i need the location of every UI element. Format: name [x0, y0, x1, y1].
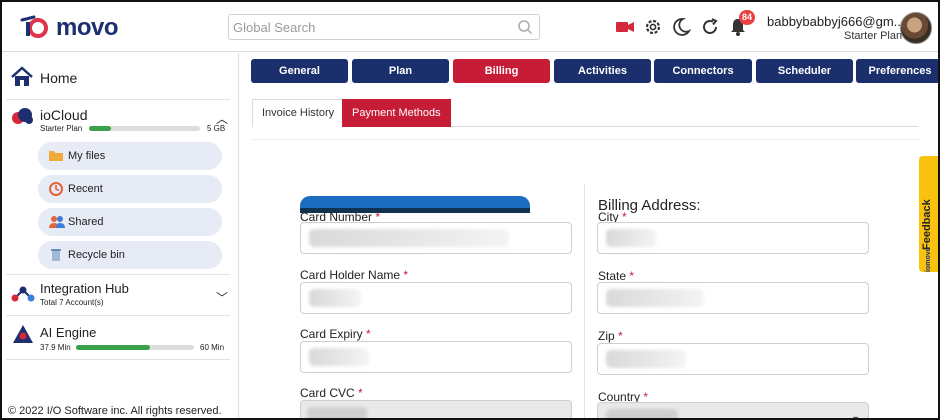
iocloud-icon	[12, 108, 33, 124]
sidebar-item-label: Recent	[68, 183, 103, 195]
card-number-field[interactable]	[300, 222, 572, 254]
card-holder-field[interactable]	[300, 282, 572, 314]
ai-engine-title[interactable]: AI Engine	[40, 325, 96, 340]
search-icon[interactable]	[517, 19, 533, 35]
avatar[interactable]	[900, 12, 932, 44]
feedback-button[interactable]: Feedback iomovo	[919, 156, 938, 272]
sidebar-item-shared[interactable]: Shared	[38, 208, 222, 236]
refresh-icon[interactable]	[699, 16, 721, 38]
settings-tabs: General Plan Billing Activities Connecto…	[251, 59, 938, 83]
country-select[interactable]: ▼	[597, 402, 869, 418]
city-field[interactable]	[597, 222, 869, 254]
storage-size: 5 GB	[207, 124, 226, 133]
recent-icon	[49, 182, 63, 196]
chevron-down-icon[interactable]: ﹀	[216, 289, 228, 306]
card-expiry-field[interactable]	[300, 341, 572, 373]
subtab-invoice-history[interactable]: Invoice History	[252, 99, 345, 127]
theme-toggle-icon[interactable]	[670, 16, 692, 38]
main-content: General Plan Billing Activities Connecto…	[240, 53, 938, 418]
ai-usage-progress-bar	[76, 345, 194, 350]
shared-icon	[49, 216, 65, 228]
dropdown-arrow-icon[interactable]: ▼	[851, 414, 860, 418]
sidebar-item-recent[interactable]: Recent	[38, 175, 222, 203]
feedback-label: Feedback	[921, 199, 933, 250]
sidebar-item-label: Shared	[68, 216, 104, 228]
video-camera-icon[interactable]	[614, 16, 636, 38]
sidebar-item-label: Home	[40, 70, 78, 86]
payment-methods-panel: Card Number * Card Holder Name * Card Ex…	[252, 139, 920, 418]
global-search-input[interactable]	[229, 15, 509, 39]
card-holder-label: Card Holder Name *	[300, 268, 409, 282]
top-header: movo 84 babbybabbyj666	[2, 2, 938, 52]
sidebar-item-label: My files	[68, 150, 106, 162]
tab-activities[interactable]: Activities	[554, 59, 651, 83]
tab-plan[interactable]: Plan	[352, 59, 449, 83]
integration-hub-title[interactable]: Integration Hub	[40, 281, 129, 296]
sidebar-item-recycle-bin[interactable]: Recycle bin	[38, 241, 222, 269]
iocloud-title: ioCloud	[40, 107, 88, 123]
storage-progress-bar	[89, 126, 200, 131]
tab-scheduler[interactable]: Scheduler	[756, 59, 853, 83]
app-frame: movo 84 babbybabbyj666	[0, 0, 940, 420]
tab-general[interactable]: General	[251, 59, 348, 83]
tab-preferences[interactable]: Preferences	[856, 59, 938, 83]
column-divider	[584, 184, 585, 418]
io-logo-icon	[20, 15, 48, 38]
billing-subtabs: Invoice History Payment Methods	[252, 99, 918, 127]
ai-engine-total: 60 Min	[200, 343, 225, 352]
divider	[6, 315, 230, 316]
tab-billing[interactable]: Billing	[453, 59, 550, 83]
user-plan: Starter Plan	[844, 30, 903, 42]
sidebar: Home ioCloud ︿ Starter Plan 5 GB My file…	[2, 53, 239, 418]
state-field[interactable]	[597, 282, 869, 314]
card-cvc-label: Card CVC *	[300, 386, 363, 400]
zip-label: Zip *	[598, 329, 623, 343]
integration-hub-subtitle: Total 7 Account(s)	[40, 298, 104, 307]
subtab-payment-methods[interactable]: Payment Methods	[342, 99, 451, 127]
app-logo[interactable]: movo	[18, 12, 119, 42]
notification-badge: 84	[739, 10, 755, 25]
feedback-logo: iomovo	[925, 247, 932, 272]
storage-progress-fill	[89, 126, 112, 131]
divider	[6, 359, 230, 360]
logo-text: movo	[56, 14, 119, 41]
divider	[6, 274, 230, 275]
gear-icon[interactable]	[642, 16, 664, 38]
sidebar-item-home[interactable]: Home	[10, 63, 230, 91]
ai-engine-used: 37.9 Min	[40, 343, 71, 352]
home-icon	[11, 66, 33, 86]
ai-engine-icon	[13, 325, 33, 343]
recycle-bin-icon	[51, 249, 61, 261]
integration-hub-icon	[11, 286, 35, 302]
zip-field[interactable]	[597, 343, 869, 375]
copyright-text: © 2022 I/O Software inc. All rights rese…	[8, 405, 222, 417]
card-expiry-label: Card Expiry *	[300, 327, 371, 341]
user-email[interactable]: babbybabbyj666@gm...	[767, 14, 905, 29]
card-cvc-field[interactable]	[300, 400, 572, 418]
global-search[interactable]	[228, 14, 540, 40]
sidebar-item-label: Recycle bin	[68, 249, 125, 261]
tab-connectors[interactable]: Connectors	[654, 59, 752, 83]
sidebar-item-my-files[interactable]: My files	[38, 142, 222, 170]
iocloud-plan: Starter Plan	[40, 124, 83, 133]
divider	[6, 99, 230, 100]
state-label: State *	[598, 269, 635, 283]
folder-icon	[49, 151, 63, 161]
ai-usage-progress-fill	[76, 345, 151, 350]
